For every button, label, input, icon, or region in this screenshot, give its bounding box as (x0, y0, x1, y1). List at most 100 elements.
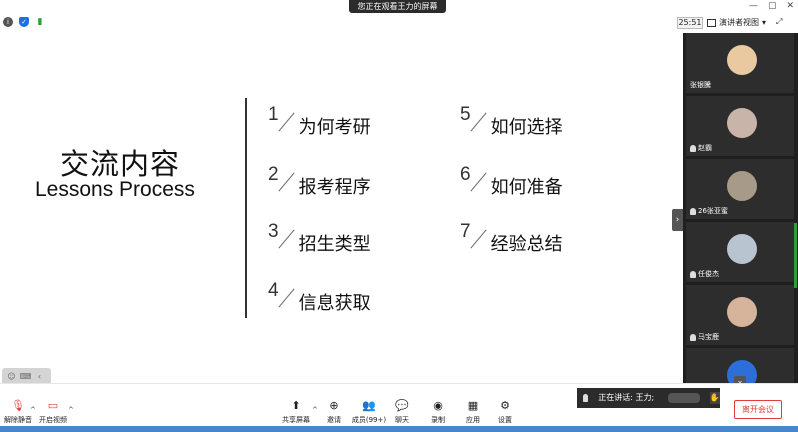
window-controls: — ▢ ✕ (749, 1, 794, 11)
lesson-text: 报考程序 (298, 177, 371, 198)
slash-divider (277, 111, 297, 131)
active-speaker-indicator: 正在讲话: 王力; ✋ (577, 388, 720, 408)
members-label: 成员(99+) (351, 416, 387, 424)
participant-name-row: 赵霸 (690, 143, 712, 153)
video-options-caret[interactable]: ^ (68, 406, 74, 414)
participant-tile[interactable]: 26张亚蜜 (686, 159, 794, 219)
share-screen-icon: ⬆ (291, 398, 301, 412)
chat-label: 聊天 (395, 416, 409, 424)
slide-divider (245, 98, 247, 318)
speaker-volume-bar (668, 393, 700, 403)
toggle-gallery-button[interactable]: › (672, 209, 683, 231)
participant-tile[interactable]: 张银騰 (686, 33, 794, 93)
share-banner: 您正在观看王力的屏幕 (349, 0, 446, 13)
participant-name-row: 26张亚蜜 (690, 206, 728, 216)
share-screen-button[interactable]: ⬆ 共享屏幕 (278, 398, 314, 425)
mic-off-icon: 🎙 (11, 398, 25, 412)
lesson-item: 5 如何选择 (460, 105, 563, 139)
top-right-controls: ⤢ (776, 17, 782, 27)
lesson-item: 1 为何考研 (268, 105, 371, 139)
slash-divider (469, 171, 489, 191)
record-icon: ◉ (433, 398, 443, 412)
mic-muted-icon (690, 207, 696, 215)
add-user-icon: ⊕ (329, 398, 339, 412)
lesson-text: 招生类型 (298, 234, 371, 255)
participant-name: 任俊杰 (698, 270, 719, 278)
invite-button[interactable]: ⊕ 邀请 (316, 398, 352, 425)
active-speaker-text: 正在讲话: 王力; (598, 393, 655, 402)
lesson-item: 7 经验总结 (460, 222, 563, 256)
avatar (727, 297, 757, 327)
start-video-label: 开启视频 (39, 416, 67, 424)
mic-muted-icon (690, 144, 696, 152)
participant-name-row: 任俊杰 (690, 269, 719, 279)
record-label: 录制 (431, 416, 445, 424)
start-video-button[interactable]: ▭ 开启视频 (35, 398, 71, 425)
shared-slide: 交流内容 Lessons Process 1 为何考研 2 报考程序 3 招生类… (0, 33, 683, 385)
maximize-icon[interactable]: ▢ (768, 1, 777, 11)
chat-button[interactable]: 💬 聊天 (384, 398, 420, 425)
chat-icon: 💬 (395, 398, 409, 412)
status-icons: i ✓ ▮ (3, 17, 45, 27)
participant-name: 张银騰 (690, 81, 711, 89)
apps-icon: ▦ (467, 398, 479, 412)
slash-divider (277, 171, 297, 191)
participant-tile[interactable]: 马宝鹿 (686, 285, 794, 345)
lesson-text: 信息获取 (298, 293, 371, 314)
avatar (727, 171, 757, 201)
lesson-item: 4 信息获取 (268, 281, 371, 315)
avatar (727, 45, 757, 75)
users-icon: 👥 (362, 398, 376, 412)
view-mode-button[interactable]: 演讲者视图 ▾ (707, 17, 766, 29)
chevron-down-icon: ▾ (762, 18, 767, 27)
settings-button[interactable]: ⚙ 设置 (487, 398, 523, 425)
hand-icon[interactable]: ✋ (709, 392, 720, 404)
participant-gallery: 张银騰 赵霸 26张亚蜜 任俊杰 马宝鹿 (683, 33, 798, 383)
members-button[interactable]: 👥 成员(99+) (351, 398, 387, 425)
leave-meeting-button[interactable]: 离开会议 (734, 400, 782, 419)
apps-button[interactable]: ▦ 应用 (455, 398, 491, 425)
lesson-item: 3 招生类型 (268, 222, 371, 256)
slash-divider (469, 111, 489, 131)
record-button[interactable]: ◉ 录制 (420, 398, 456, 425)
os-taskbar (0, 426, 798, 432)
minimize-icon[interactable]: — (749, 1, 758, 11)
slash-divider (277, 228, 297, 248)
share-screen-label: 共享屏幕 (282, 416, 310, 424)
gallery-scrollbar[interactable] (794, 223, 797, 288)
grid-icon (707, 19, 716, 27)
mic-muted-icon (690, 333, 696, 341)
apps-label: 应用 (466, 416, 480, 424)
meeting-timer: 25:51 (677, 17, 703, 29)
participant-name-row: 张银騰 (690, 80, 711, 90)
lesson-text: 如何准备 (490, 177, 563, 198)
emoji-icon[interactable]: ☺ (6, 371, 17, 382)
slide-title-cn: 交流内容 (60, 147, 181, 181)
participant-tile[interactable]: 赵霸 (686, 96, 794, 156)
avatar (727, 108, 757, 138)
info-icon[interactable]: i (3, 17, 13, 27)
participant-tile[interactable]: 任俊杰 (686, 222, 794, 282)
lesson-text: 为何考研 (298, 117, 371, 138)
mic-muted-icon (690, 270, 696, 278)
view-mode-label: 演讲者视图 (719, 18, 759, 27)
signal-icon[interactable]: ▮ (35, 17, 45, 27)
settings-label: 设置 (498, 416, 512, 424)
lesson-text: 经验总结 (490, 234, 563, 255)
unmute-label: 解除静音 (4, 416, 32, 424)
lesson-text: 如何选择 (490, 117, 563, 138)
mic-icon (583, 394, 589, 402)
title-bar: 您正在观看王力的屏幕 — ▢ ✕ (0, 0, 798, 14)
participant-name: 26张亚蜜 (698, 207, 728, 215)
slash-divider (469, 228, 489, 248)
keyboard-icon[interactable]: ⌨ (20, 371, 32, 382)
shield-icon[interactable]: ✓ (19, 17, 29, 27)
fullscreen-icon[interactable]: ⤢ (776, 17, 782, 27)
participant-name: 赵霸 (698, 144, 712, 152)
gear-icon: ⚙ (500, 398, 510, 412)
collapse-icon[interactable]: ‹ (34, 371, 45, 382)
slash-divider (277, 287, 297, 307)
participant-name: 马宝鹿 (698, 333, 719, 341)
close-icon[interactable]: ✕ (786, 1, 794, 11)
video-off-icon: ▭ (47, 398, 59, 412)
